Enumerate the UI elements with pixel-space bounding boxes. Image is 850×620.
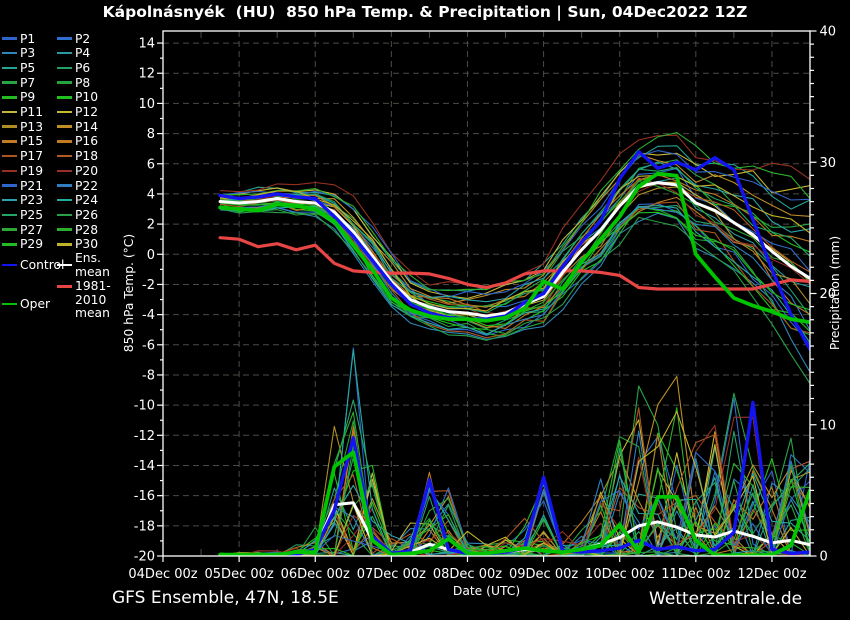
svg-text:10Dec 00z: 10Dec 00z: [585, 567, 654, 582]
svg-text:08Dec 00z: 08Dec 00z: [433, 567, 502, 582]
svg-text:-6: -6: [142, 338, 155, 353]
svg-text:-2: -2: [142, 278, 155, 293]
svg-text:0: 0: [820, 550, 828, 565]
svg-text:-4: -4: [142, 308, 155, 323]
svg-text:6: 6: [147, 157, 155, 172]
svg-text:09Dec 00z: 09Dec 00z: [509, 567, 578, 582]
svg-text:11Dec 00z: 11Dec 00z: [661, 567, 730, 582]
svg-text:2: 2: [147, 218, 155, 233]
meteogram-screen: Kápolnásnyék (HU) 850 hPa Temp. & Precip…: [0, 0, 850, 620]
svg-text:4: 4: [147, 187, 155, 202]
series-control-temp: [220, 152, 810, 350]
svg-text:12: 12: [138, 67, 155, 82]
svg-text:30: 30: [820, 156, 837, 171]
footer-model-info: GFS Ensemble, 47N, 18.5E: [112, 588, 339, 608]
ensemble-precip-lines: [220, 348, 810, 556]
svg-text:-14: -14: [134, 459, 155, 474]
left-axis-title: 850 hPa Temp. (°C): [122, 234, 136, 352]
svg-text:10: 10: [820, 418, 837, 433]
svg-text:-18: -18: [134, 519, 155, 534]
svg-text:-20: -20: [134, 550, 155, 565]
svg-text:0: 0: [147, 248, 155, 263]
svg-text:-8: -8: [142, 368, 155, 383]
svg-text:05Dec 00z: 05Dec 00z: [205, 567, 274, 582]
meteogram-chart: -20-18-16-14-12-10-8-6-4-202468101214010…: [0, 0, 850, 620]
svg-text:04Dec 00z: 04Dec 00z: [128, 567, 197, 582]
svg-text:-10: -10: [134, 399, 155, 414]
svg-text:8: 8: [147, 127, 155, 142]
footer-brand: Wetterzentrale.de: [649, 589, 802, 609]
svg-text:06Dec 00z: 06Dec 00z: [281, 567, 350, 582]
svg-text:40: 40: [820, 25, 837, 40]
svg-text:10: 10: [138, 97, 155, 112]
right-axis-title: Precipitation (mm): [828, 236, 842, 350]
svg-text:12Dec 00z: 12Dec 00z: [737, 567, 806, 582]
svg-text:07Dec 00z: 07Dec 00z: [357, 567, 426, 582]
svg-text:-16: -16: [134, 489, 155, 504]
svg-text:14: 14: [138, 37, 155, 52]
ensemble-temp-lines: [220, 133, 810, 384]
svg-text:-12: -12: [134, 429, 155, 444]
x-axis-title: Date (UTC): [453, 584, 520, 598]
